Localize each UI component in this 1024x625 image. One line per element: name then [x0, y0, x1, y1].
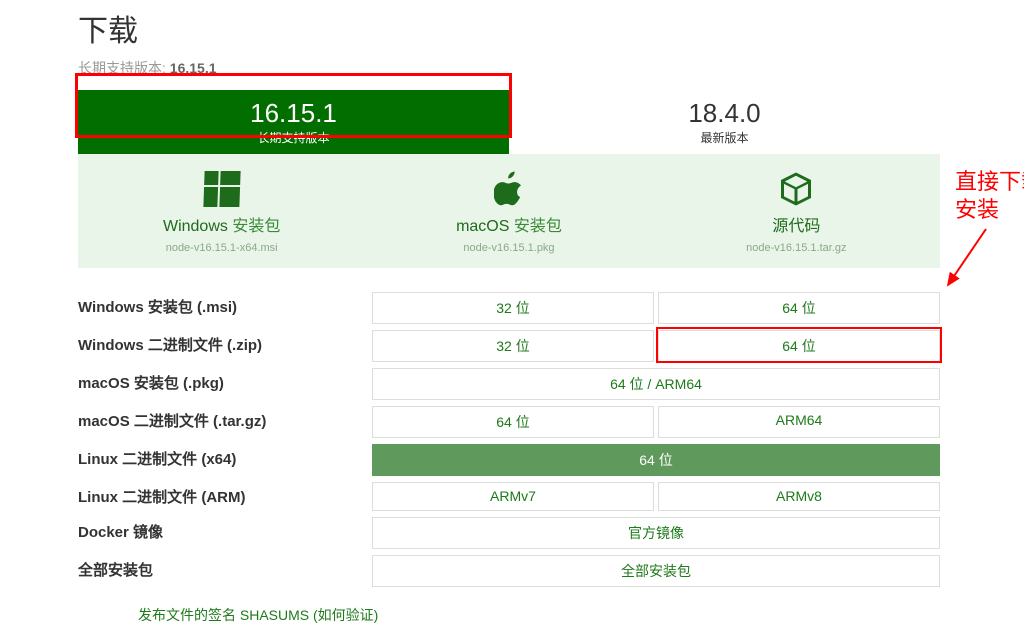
card-source[interactable]: 源代码 node-v16.15.1.tar.gz [653, 168, 940, 254]
matrix-row-name: Linux 二进制文件 (x64) [78, 444, 372, 476]
card-macos-file: node-v16.15.1.pkg [365, 242, 652, 254]
card-source-label: 源代码 [653, 212, 940, 236]
card-macos-label-b: 安装包 [514, 218, 562, 235]
download-cell[interactable]: 官方镜像 [372, 517, 940, 549]
tab-latest[interactable]: 18.4.0 最新版本 [509, 90, 940, 154]
card-windows-label-a: Windows [163, 218, 232, 235]
download-cell[interactable]: 32 位 [372, 330, 654, 362]
matrix-row: Docker 镜像官方镜像 [78, 517, 940, 549]
shasums-link[interactable]: 发布文件的签名 SHASUMS (如何验证) [138, 605, 944, 625]
matrix-row: macOS 二进制文件 (.tar.gz)64 位ARM64 [78, 406, 940, 438]
matrix-row: Windows 二进制文件 (.zip)32 位64 位 [78, 330, 940, 362]
lts-version: 16.15.1 [170, 60, 217, 76]
matrix-cells: 64 位 / ARM64 [372, 368, 940, 400]
apple-icon [365, 168, 652, 210]
matrix-cells: 全部安装包 [372, 555, 940, 587]
windows-icon [78, 168, 365, 210]
matrix-cells: 64 位ARM64 [372, 406, 940, 438]
tab-lts-version: 16.15.1 [82, 100, 505, 127]
card-windows-file: node-v16.15.1-x64.msi [78, 242, 365, 254]
card-source-label-a: 源代码 [772, 218, 820, 235]
download-cell[interactable]: 全部安装包 [372, 555, 940, 587]
card-macos-label-a: macOS [456, 218, 514, 235]
lts-line: 长期支持版本: 16.15.1 [78, 58, 944, 78]
annotation-line1: 直接下载 [955, 168, 1024, 196]
matrix-row-name: macOS 安装包 (.pkg) [78, 368, 372, 400]
download-cell[interactable]: 64 位 [372, 444, 940, 476]
matrix-row-name: 全部安装包 [78, 555, 372, 587]
download-cell[interactable]: 64 位 [658, 330, 940, 362]
annotation-arrow-icon [940, 225, 1000, 295]
matrix-row: macOS 安装包 (.pkg)64 位 / ARM64 [78, 368, 940, 400]
matrix-row-name: Windows 安装包 (.msi) [78, 292, 372, 324]
version-tabs: 16.15.1 长期支持版本 18.4.0 最新版本 [78, 90, 940, 154]
download-cell[interactable]: 64 位 / ARM64 [372, 368, 940, 400]
card-source-file: node-v16.15.1.tar.gz [653, 242, 940, 254]
tab-lts[interactable]: 16.15.1 长期支持版本 [78, 90, 509, 154]
annotation-text: 直接下载 安装 [955, 168, 1024, 223]
download-matrix: Windows 安装包 (.msi)32 位64 位Windows 二进制文件 … [78, 292, 940, 587]
card-macos[interactable]: macOS 安装包 node-v16.15.1.pkg [365, 168, 652, 254]
matrix-row: 全部安装包全部安装包 [78, 555, 940, 587]
matrix-row-name: macOS 二进制文件 (.tar.gz) [78, 406, 372, 438]
download-cell[interactable]: 64 位 [658, 292, 940, 324]
tab-lts-label: 长期支持版本 [82, 129, 505, 146]
card-windows-label: Windows 安装包 [78, 212, 365, 236]
download-cards: Windows 安装包 node-v16.15.1-x64.msi macOS … [78, 154, 940, 268]
tab-latest-version: 18.4.0 [513, 100, 936, 127]
matrix-row: Linux 二进制文件 (ARM)ARMv7ARMv8 [78, 482, 940, 511]
matrix-cells: ARMv7ARMv8 [372, 482, 940, 511]
matrix-cells: 官方镜像 [372, 517, 940, 549]
matrix-row-name: Linux 二进制文件 (ARM) [78, 482, 372, 511]
matrix-cells: 32 位64 位 [372, 292, 940, 324]
download-cell[interactable]: 64 位 [372, 406, 654, 438]
card-windows[interactable]: Windows 安装包 node-v16.15.1-x64.msi [78, 168, 365, 254]
page-title: 下载 [78, 6, 944, 50]
source-icon [653, 168, 940, 210]
matrix-row: Linux 二进制文件 (x64)64 位 [78, 444, 940, 476]
lts-prefix: 长期支持版本: [78, 60, 170, 76]
download-cell[interactable]: ARMv8 [658, 482, 940, 511]
download-cell[interactable]: ARM64 [658, 406, 940, 438]
card-macos-label: macOS 安装包 [365, 212, 652, 236]
download-cell[interactable]: ARMv7 [372, 482, 654, 511]
annotation-line2: 安装 [955, 196, 1024, 224]
tab-latest-label: 最新版本 [513, 129, 936, 146]
download-cell[interactable]: 32 位 [372, 292, 654, 324]
matrix-row-name: Windows 二进制文件 (.zip) [78, 330, 372, 362]
matrix-cells: 64 位 [372, 444, 940, 476]
matrix-cells: 32 位64 位 [372, 330, 940, 362]
matrix-row-name: Docker 镜像 [78, 517, 372, 549]
card-windows-label-b: 安装包 [232, 218, 280, 235]
matrix-row: Windows 安装包 (.msi)32 位64 位 [78, 292, 940, 324]
